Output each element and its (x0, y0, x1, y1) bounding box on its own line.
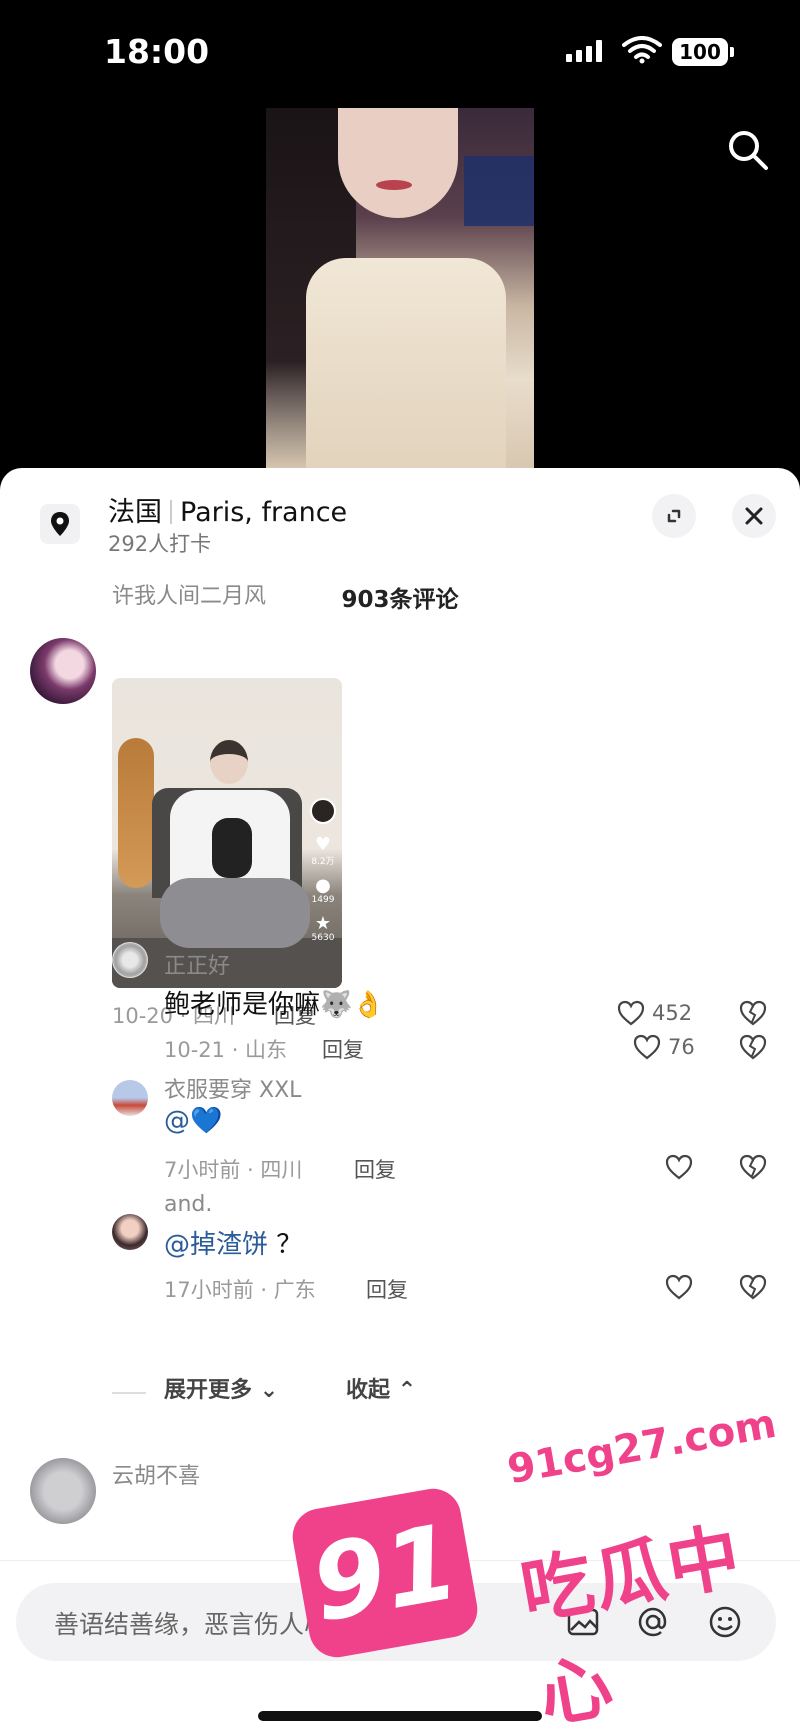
reply-username[interactable]: and. (164, 1192, 212, 1217)
location-title[interactable]: 法国 Paris, france (108, 490, 347, 529)
reply-meta: 7小时前 · 四川 (164, 1158, 303, 1182)
creator-avatar (310, 798, 336, 824)
expand-icon (667, 509, 681, 523)
reply-text: @💙 (164, 1106, 223, 1136)
comment-input-bar: 善语结善缘，恶言伤人心 (0, 1560, 800, 1736)
reply-meta: 17小时前 · 广东 (164, 1278, 316, 1302)
input-placeholder: 善语结善缘，恶言伤人心 (54, 1610, 330, 1639)
location-name-en: Paris, france (180, 497, 348, 528)
reply-username[interactable]: 衣服要穿 XXL (164, 1072, 301, 1104)
star-icon: ★ (314, 913, 332, 934)
comment-username[interactable]: 许我人间二月风 (112, 578, 266, 610)
reply-text: @掉渣饼 ？ (164, 1230, 303, 1260)
reply-meta: 10-21 · 山东 (164, 1038, 288, 1062)
avatar[interactable] (112, 1214, 148, 1250)
image-side-actions: ♥ 8.2万 ● 1499 ★ 5630 (310, 798, 336, 953)
like-icon[interactable] (632, 1032, 662, 1062)
avatar[interactable] (112, 1080, 148, 1116)
like-icon[interactable] (664, 1152, 694, 1182)
avatar[interactable] (30, 1458, 96, 1524)
comment-username[interactable]: 云胡不喜 (112, 1458, 200, 1490)
emoji: 💙 (190, 1106, 223, 1136)
dislike-icon[interactable] (738, 1032, 768, 1062)
comment-sheet: 法国 Paris, france 292人打卡 903条评论 许我人间二月风 ♥ … (0, 468, 800, 1736)
at-icon[interactable] (634, 1603, 672, 1641)
reply-button[interactable]: 回复 (322, 1034, 364, 1064)
heart-icon: ♥ (314, 834, 332, 855)
video-preview[interactable] (266, 108, 534, 470)
status-time: 18:00 (104, 32, 210, 71)
collapse-button[interactable]: 收起 ⌃ (346, 1372, 416, 1404)
checkin-count: 292人打卡 (108, 532, 212, 556)
mention-link[interactable]: @掉渣饼 (164, 1230, 268, 1260)
wifi-icon (622, 36, 662, 64)
like-count: 452 (652, 1001, 693, 1025)
close-button[interactable] (732, 494, 776, 538)
search-icon[interactable] (724, 126, 772, 174)
comment-image[interactable]: ♥ 8.2万 ● 1499 ★ 5630 (112, 678, 342, 988)
dislike-icon[interactable] (738, 998, 768, 1028)
like-count: 76 (668, 1035, 695, 1059)
comment-input[interactable]: 善语结善缘，恶言伤人心 (16, 1583, 776, 1661)
dislike-icon[interactable] (738, 1152, 768, 1182)
status-bar: 18:00 100 (0, 0, 800, 100)
image-icon[interactable] (564, 1603, 602, 1641)
like-icon[interactable] (664, 1272, 694, 1302)
battery-icon: 100 (672, 38, 734, 66)
location-pin-icon (40, 504, 80, 544)
location-name-cn: 法国 (108, 497, 162, 528)
avatar[interactable] (30, 638, 96, 704)
dislike-icon[interactable] (738, 1272, 768, 1302)
emoji-icon[interactable] (706, 1603, 744, 1641)
close-icon (745, 507, 763, 525)
emoji: 🐺👌 (320, 990, 385, 1020)
signal-icon (566, 40, 602, 62)
avatar[interactable] (112, 942, 148, 978)
expand-more-button[interactable]: 展开更多 ⌄ (164, 1372, 278, 1404)
chevron-up-icon: ⌃ (397, 1378, 417, 1403)
chevron-down-icon: ⌄ (259, 1378, 279, 1403)
expand-button[interactable] (652, 494, 696, 538)
reply-button[interactable]: 回复 (354, 1154, 396, 1184)
home-indicator (258, 1711, 542, 1721)
reply-text: 鲍老师是你嘛🐺👌 (164, 990, 385, 1020)
like-icon[interactable] (616, 998, 646, 1028)
comment-icon: ● (315, 875, 331, 896)
divider (170, 500, 172, 524)
thread-divider (112, 1392, 146, 1394)
reply-button[interactable]: 回复 (366, 1274, 408, 1304)
reply-username[interactable]: 正正好 (164, 948, 230, 980)
